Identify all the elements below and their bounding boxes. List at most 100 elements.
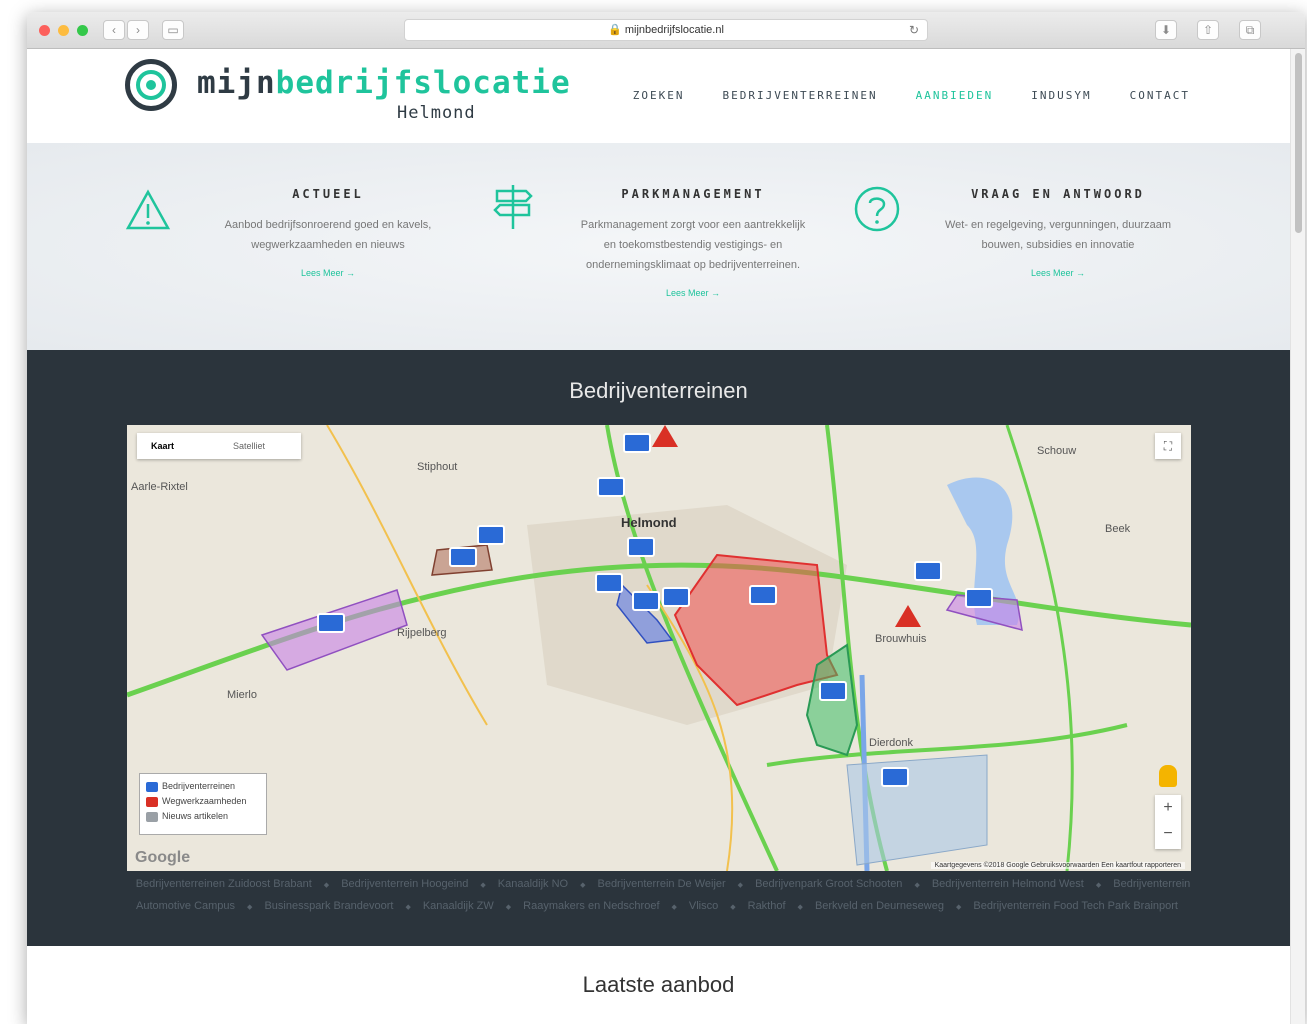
- roadwork-warning-marker[interactable]: [895, 605, 921, 627]
- legend-item: Bedrijventerreinen: [146, 779, 260, 794]
- bedrijventerrein-link[interactable]: Bedrijventerrein De Weijer: [597, 878, 725, 890]
- page-scrollbar[interactable]: [1290, 49, 1305, 1024]
- bedrijventerrein-link[interactable]: Bedrijventerrein Helmond West: [932, 878, 1084, 890]
- map-canvas: [127, 425, 1191, 871]
- bedrijventerrein-marker[interactable]: [819, 681, 847, 701]
- browser-toolbar: ‹ › ▭ 🔒 mijnbedrijfslocatie.nl ↻ ⬇ ⇧ ⧉: [27, 12, 1305, 49]
- nav-item-bedrijventerreinen[interactable]: BEDRIJVENTERREINEN: [722, 89, 877, 102]
- street-view-pegman-icon[interactable]: [1159, 765, 1177, 787]
- map-type-control: Kaart Satelliet: [137, 433, 301, 459]
- feature-text-line: en toekomstbestendig vestigings- en: [603, 239, 783, 251]
- link-separator-icon: ◆: [480, 882, 486, 889]
- link-separator-icon: ◆: [671, 904, 677, 911]
- browser-window: ‹ › ▭ 🔒 mijnbedrijfslocatie.nl ↻ ⬇ ⇧ ⧉ m…: [27, 12, 1305, 1024]
- bedrijventerrein-link[interactable]: Kanaaldijk NO: [498, 878, 568, 890]
- download-button[interactable]: ⬇: [1155, 20, 1177, 40]
- map-place-label: Aarle-Rixtel: [131, 481, 188, 493]
- zoom-control: + −: [1155, 795, 1181, 849]
- feature-text-line: Wet- en regelgeving, vergunningen, duurz…: [944, 219, 1172, 231]
- bedrijventerrein-marker[interactable]: [632, 591, 660, 611]
- feature-title: ACTUEEL: [292, 187, 364, 201]
- nav-item-zoeken[interactable]: ZOEKEN: [633, 89, 685, 102]
- read-more-link[interactable]: Lees Meer →: [923, 263, 1193, 283]
- question-circle-icon: [854, 186, 900, 232]
- bedrijventerrein-marker[interactable]: [965, 588, 993, 608]
- bedrijventerrein-link[interactable]: Berkveld en Deurneseweg: [815, 900, 944, 912]
- read-more-link[interactable]: Lees Meer →: [203, 263, 453, 283]
- share-button[interactable]: ⇧: [1197, 20, 1219, 40]
- map-legend: Bedrijventerreinen Wegwerkzaamheden Nieu…: [139, 773, 267, 835]
- link-separator-icon: ◆: [914, 882, 920, 889]
- bedrijventerrein-marker[interactable]: [749, 585, 777, 605]
- bedrijventerrein-marker[interactable]: [662, 587, 690, 607]
- bedrijventerrein-marker[interactable]: [597, 477, 625, 497]
- warning-triangle-icon: [125, 189, 171, 230]
- bedrijventerrein-marker[interactable]: [477, 525, 505, 545]
- address-bar[interactable]: 🔒 mijnbedrijfslocatie.nl ↻: [404, 19, 928, 41]
- map-place-label: Mierlo: [227, 689, 257, 701]
- minimize-window-button[interactable]: [58, 25, 69, 36]
- url-text: mijnbedrijfslocatie.nl: [624, 24, 724, 36]
- feature-text-line: ondernemingsklimaat op bedrijventerreine…: [585, 259, 800, 271]
- zoom-out-button[interactable]: −: [1155, 821, 1181, 847]
- warning-icon: [146, 796, 158, 807]
- link-separator-icon: ◆: [247, 904, 253, 911]
- bedrijventerrein-link[interactable]: Bedrijventerrein Hoogeind: [341, 878, 468, 890]
- tabs-button[interactable]: ⧉: [1239, 20, 1261, 40]
- forward-button[interactable]: ›: [127, 20, 149, 40]
- map-place-label: Brouwhuis: [875, 633, 927, 645]
- link-separator-icon: ◆: [405, 904, 411, 911]
- map-place-label: Dierdonk: [869, 737, 914, 749]
- scrollbar-thumb[interactable]: [1295, 53, 1302, 233]
- section-title: Bedrijventerreinen: [569, 378, 748, 403]
- bedrijventerrein-marker[interactable]: [449, 547, 477, 567]
- lock-icon: 🔒: [608, 24, 622, 36]
- bedrijventerreinen-links: Bedrijventerreinen Zuidoost Brabant ◆ Bedr…: [115, 874, 1205, 918]
- bedrijventerrein-link[interactable]: Bedrijventerreinen Zuidoost Brabant: [136, 878, 312, 890]
- bedrijventerrein-link[interactable]: Bedrijvenpark Groot Schooten: [755, 878, 902, 890]
- legend-item: Nieuws artikelen: [146, 809, 260, 824]
- bedrijventerrein-link[interactable]: Rakthof: [748, 900, 786, 912]
- nav-item-aanbieden[interactable]: AANBIEDEN: [916, 89, 994, 102]
- back-button[interactable]: ‹: [103, 20, 125, 40]
- bedrijventerreinen-section: Bedrijventerreinen Helmond Stiphout Scho…: [27, 350, 1290, 946]
- nav-item-contact[interactable]: CONTACT: [1130, 89, 1190, 102]
- latest-offer-title: Laatste aanbod: [582, 972, 735, 997]
- roadwork-warning-marker[interactable]: [652, 425, 678, 447]
- sidebar-toggle-button[interactable]: ▭: [162, 20, 184, 40]
- zoom-in-button[interactable]: +: [1155, 795, 1181, 821]
- bedrijventerrein-marker[interactable]: [623, 433, 651, 453]
- maximize-window-button[interactable]: [77, 25, 88, 36]
- bedrijventerrein-marker[interactable]: [627, 537, 655, 557]
- bedrijventerrein-marker[interactable]: [914, 561, 942, 581]
- nav-item-indusym[interactable]: INDUSYM: [1031, 89, 1091, 102]
- bedrijventerrein-marker[interactable]: [881, 767, 909, 787]
- logo-icon[interactable]: [125, 59, 177, 111]
- link-separator-icon: ◆: [730, 904, 736, 911]
- signpost-icon: [493, 185, 533, 229]
- link-separator-icon: ◆: [797, 904, 803, 911]
- google-logo: Google: [135, 849, 191, 866]
- link-separator-icon: ◆: [323, 882, 330, 889]
- site-logo[interactable]: mijnbedrijfslocatie: [197, 65, 571, 101]
- link-separator-icon: ◆: [580, 882, 586, 889]
- fullscreen-icon[interactable]: ⛶: [1155, 433, 1181, 459]
- bedrijventerrein-link[interactable]: Vlisco: [689, 900, 718, 912]
- map-credit[interactable]: Kaartgegevens ©2018 Google Gebruiksvoorw…: [930, 862, 1185, 869]
- bedrijventerrein-link[interactable]: Businesspark Brandevoort: [264, 900, 393, 912]
- read-more-link[interactable]: Lees Meer →: [555, 283, 831, 303]
- feature-text-line: Aanbod bedrijfsonroerend goed en kavels,: [224, 219, 432, 231]
- bedrijventerrein-marker[interactable]: [595, 573, 623, 593]
- map-tab-satelliet[interactable]: Satelliet: [219, 433, 301, 459]
- close-window-button[interactable]: [39, 25, 50, 36]
- bedrijventerrein-link[interactable]: Raaymakers en Nedschroef: [523, 900, 659, 912]
- bedrijventerrein-link[interactable]: Bedrijventerrein Food Tech Park Brainpor…: [973, 900, 1178, 912]
- link-separator-icon: ◆: [505, 904, 512, 911]
- reload-icon[interactable]: ↻: [909, 20, 919, 40]
- bedrijventerrein-marker[interactable]: [317, 613, 345, 633]
- google-map[interactable]: Helmond Stiphout Schouw Beek Aarle-Rixte…: [127, 425, 1191, 871]
- map-tab-kaart[interactable]: Kaart: [137, 433, 219, 459]
- feature-text-line: Parkmanagement zorgt voor een aantrekkel…: [580, 219, 806, 231]
- bedrijventerrein-link[interactable]: Kanaaldijk ZW: [423, 900, 494, 912]
- main-menu: ZOEKEN BEDRIJVENTERREINEN AANBIEDEN INDUSYM…: [633, 89, 1190, 102]
